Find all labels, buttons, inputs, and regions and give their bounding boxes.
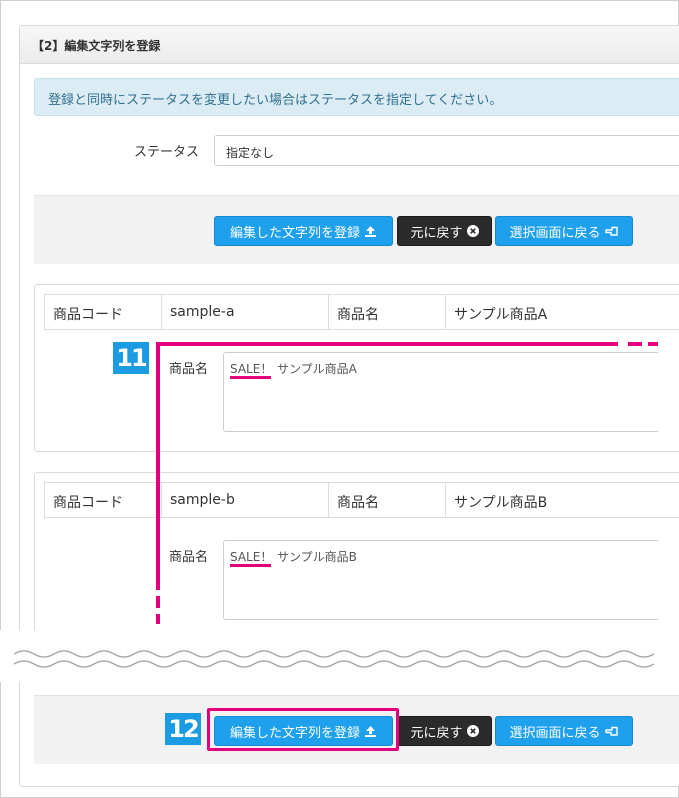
callout-line-horizontal [156,342,618,346]
hand-point-left-icon [604,226,618,236]
product-card: 商品コード sample-b 商品名 サンプル商品B 商品名 SALE！ サンプ… [34,472,679,654]
callout-line-dash [628,342,642,346]
status-select-value: 指定なし [226,146,275,160]
product-code-label: 商品コード [53,307,123,323]
panel-title: 【2】編集文字列を登録 [32,39,161,53]
product-name: サンプル商品A [454,307,548,323]
callout-line-vertical [156,342,160,590]
edit-field-label: 商品名 [169,362,209,377]
status-label: ステータス [134,145,200,160]
panel-header: 【2】編集文字列を登録 [20,26,679,64]
product-code-cell: sample-a [162,295,329,329]
product-code-label: 商品コード [53,495,123,511]
product-code-label-cell: 商品コード [45,483,162,517]
callout-line-dash [648,342,658,346]
back-button-label: 選択画面に戻る [509,725,601,741]
status-select[interactable]: 指定なし [214,135,679,166]
reset-button-top[interactable]: 元に戻す [397,216,492,246]
register-button-highlight [207,708,399,751]
info-alert-text: 登録と同時にステータスを変更したい場合はステータスを指定してください。 [48,93,503,108]
close-circle-icon [466,725,479,737]
page-break-wave [0,630,679,682]
info-alert: 登録と同時にステータスを変更したい場合はステータスを指定してください。 [34,78,679,116]
sale-underline [230,376,271,379]
reset-button-bottom[interactable]: 元に戻す [397,716,492,746]
sale-prefix: SALE！ [230,550,273,564]
callout-line-dash [156,614,160,624]
product-name: サンプル商品B [454,495,548,511]
product-name-label-cell: 商品名 [329,295,446,329]
upload-icon [365,225,376,237]
product-name-cell: サンプル商品A [446,295,679,329]
product-name-label: 商品名 [337,307,379,323]
product-info-row: 商品コード sample-b 商品名 サンプル商品B [44,482,679,518]
edit-textarea-text: サンプル商品B [277,550,357,564]
product-code-label-cell: 商品コード [45,295,162,329]
product-code: sample-a [170,304,235,320]
product-name-cell: サンプル商品B [446,483,679,517]
step-11-badge: 11 [113,342,149,374]
product-info-row: 商品コード sample-a 商品名 サンプル商品A [44,294,679,330]
back-button-top[interactable]: 選択画面に戻る [495,216,633,246]
register-button-label: 編集した文字列を登録 [229,225,360,241]
sale-prefix: SALE！ [230,362,273,376]
step-12-badge: 12 [165,713,201,745]
sale-underline [230,564,271,567]
reset-button-label: 元に戻す [410,225,463,241]
edit-field-label: 商品名 [169,550,209,565]
edit-textarea[interactable]: SALE！ サンプル商品B [223,540,658,620]
hand-point-left-icon [604,726,618,736]
callout-line-dash [156,596,160,608]
reset-button-label: 元に戻す [410,725,463,741]
product-name-label-cell: 商品名 [329,483,446,517]
back-button-bottom[interactable]: 選択画面に戻る [495,716,633,746]
edit-textarea[interactable]: SALE！ サンプル商品A [223,352,658,432]
product-name-label: 商品名 [337,495,379,511]
product-code-cell: sample-b [162,483,329,517]
product-code: sample-b [170,492,235,508]
register-button-top[interactable]: 編集した文字列を登録 [214,216,393,246]
back-button-label: 選択画面に戻る [509,225,601,241]
top-button-bar: 編集した文字列を登録 元に戻す 選択画面に戻る [34,195,679,264]
edit-textarea-text: サンプル商品A [277,362,357,376]
close-circle-icon [466,225,479,237]
